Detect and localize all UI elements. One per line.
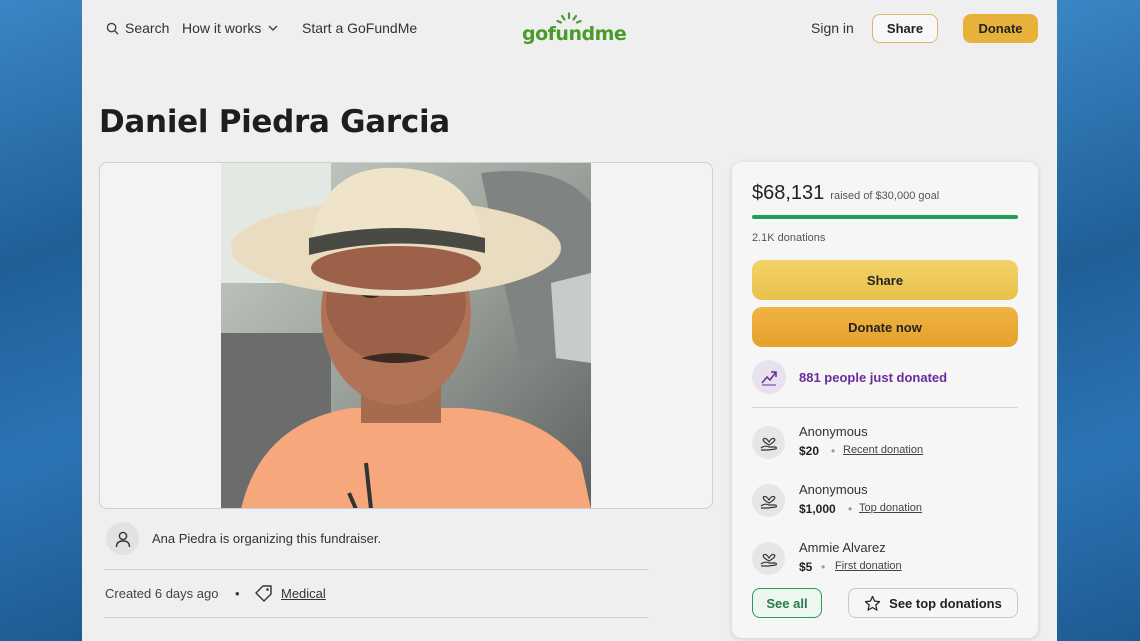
fundraiser-photo	[221, 163, 591, 508]
progress-fill	[752, 215, 1018, 219]
fundraiser-photo-panel[interactable]	[99, 162, 713, 509]
fundraiser-page: Search How it works Start a GoFundMe gof…	[82, 0, 1057, 641]
sign-in-link[interactable]: Sign in	[811, 20, 854, 36]
background-right	[1057, 0, 1140, 641]
search-icon	[106, 22, 119, 35]
search-label: Search	[125, 20, 170, 36]
logo-text: gofundme	[522, 23, 627, 45]
goal-text: raised of $30,000 goal	[830, 190, 940, 202]
divider	[104, 617, 649, 618]
chevron-down-icon	[268, 25, 278, 31]
donation-type-link[interactable]: Recent donation	[843, 444, 923, 456]
donor-item: Anonymous $1,000 • Top donation	[752, 482, 1018, 522]
progress-bar	[752, 215, 1018, 219]
category-link[interactable]: Medical	[281, 586, 326, 601]
donor-item: Anonymous $20 • Recent donation	[752, 424, 1018, 464]
raised-amount: $68,131	[752, 182, 825, 204]
created-date: Created 6 days ago	[105, 586, 219, 601]
donor-item: Ammie Alvarez $5 • First donation	[752, 540, 1018, 580]
gofundme-logo[interactable]: gofundme	[522, 12, 627, 46]
donation-type-link[interactable]: First donation	[835, 560, 902, 572]
trending-up-icon	[761, 371, 777, 386]
donor-amount: $1,000	[799, 502, 836, 516]
divider	[104, 569, 649, 570]
donation-type-link[interactable]: Top donation	[859, 502, 922, 514]
donor-separator: •	[821, 560, 826, 574]
header-donate-button[interactable]: Donate	[963, 14, 1038, 43]
start-gofundme-link[interactable]: Start a GoFundMe	[302, 20, 417, 36]
share-button[interactable]: Share	[752, 260, 1018, 300]
search-link[interactable]: Search	[106, 20, 169, 36]
donation-card: $68,131 raised of $30,000 goal 2.1K dona…	[732, 162, 1038, 638]
separator-dot: •	[235, 586, 240, 601]
how-it-works-menu[interactable]: How it works	[182, 20, 279, 36]
donor-amount: $20	[799, 444, 820, 458]
star-icon	[864, 595, 881, 611]
user-icon	[115, 531, 130, 547]
donation-hand-icon	[752, 542, 785, 575]
raised-summary: $68,131 raised of $30,000 goal	[752, 182, 939, 205]
background-left	[0, 0, 82, 641]
donor-name: Anonymous	[799, 424, 868, 439]
see-top-donations-label: See top donations	[889, 595, 1002, 611]
trending-text: 881 people just donated	[799, 370, 948, 385]
how-it-works-label: How it works	[182, 20, 262, 36]
donor-name: Anonymous	[799, 482, 868, 497]
donor-separator: •	[848, 502, 853, 516]
donation-hand-icon	[752, 426, 785, 459]
see-all-button[interactable]: See all	[752, 588, 822, 618]
donor-separator: •	[831, 444, 836, 458]
donor-name: Ammie Alvarez	[799, 540, 886, 555]
trending-badge	[752, 360, 786, 394]
tag-icon	[255, 585, 272, 602]
donation-hand-icon	[752, 484, 785, 517]
see-top-donations-button[interactable]: See top donations	[848, 588, 1018, 618]
donor-amount: $5	[799, 560, 813, 574]
header-share-button[interactable]: Share	[872, 14, 938, 43]
fundraiser-title: Daniel Piedra Garcia	[99, 104, 450, 140]
organizer-avatar	[106, 522, 139, 555]
donate-now-button[interactable]: Donate now	[752, 307, 1018, 347]
organizer-text: Ana Piedra is organizing this fundraiser…	[152, 531, 382, 546]
divider	[752, 407, 1018, 408]
donations-count: 2.1K donations	[752, 232, 826, 244]
top-navigation: Search How it works Start a GoFundMe gof…	[82, 0, 1057, 58]
